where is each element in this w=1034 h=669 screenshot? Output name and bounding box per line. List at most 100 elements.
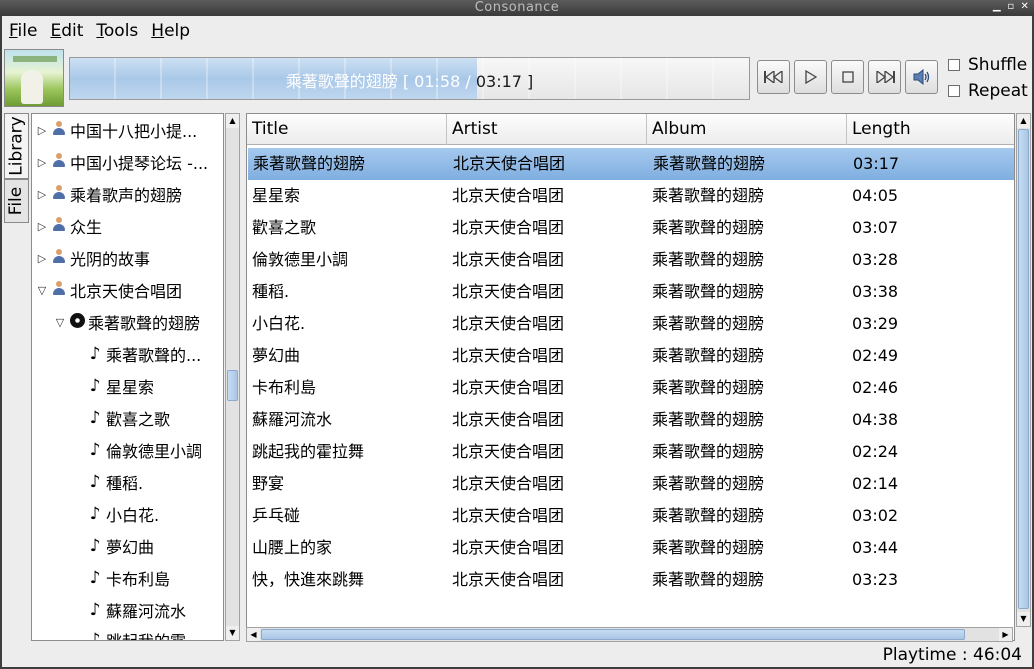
tree-artist-expanded[interactable]: ▽ 北京天使合唱团 (34, 274, 182, 306)
playlist-horizontal-scrollbar[interactable]: ◀ ▶ (246, 627, 1013, 642)
previous-button[interactable] (757, 60, 790, 94)
cell-album: 乘著歌聲的翅膀 (652, 314, 765, 333)
tree-track[interactable]: ♪ 跳起我的霍... (86, 624, 202, 640)
tree-artist-label: 北京天使合唱团 (70, 282, 183, 301)
cell-length: 02:24 (852, 442, 899, 461)
playlist-hscroll-thumb[interactable] (261, 629, 965, 640)
repeat-checkbox-box[interactable] (948, 85, 960, 97)
album-disc-icon (68, 312, 86, 332)
tree-track[interactable]: ♪ 乘著歌聲的... (86, 338, 202, 370)
maximize-icon[interactable]: ▫ (1006, 1, 1016, 13)
shuffle-checkbox[interactable]: Shuffle (948, 55, 1027, 75)
expand-arrow-icon[interactable]: ▷ (34, 124, 50, 137)
stop-button[interactable] (831, 60, 864, 94)
playlist-row[interactable]: 卡布利島 北京天使合唱团 乘著歌聲的翅膀 02:46 (247, 372, 1014, 404)
next-button[interactable] (868, 60, 901, 94)
expand-arrow-icon[interactable]: ▷ (34, 156, 50, 169)
cell-length: 03:28 (852, 250, 899, 269)
tree-artist[interactable]: ▷ 乘着歌声的翅膀 (34, 178, 182, 210)
music-note-icon: ♪ (89, 344, 101, 364)
tree-track[interactable]: ♪ 倫敦德里小調 (86, 434, 202, 466)
music-note-icon: ♪ (89, 504, 101, 524)
playlist-row[interactable]: 夢幻曲 北京天使合唱团 乘著歌聲的翅膀 02:49 (247, 340, 1014, 372)
cell-title: 快，快進來跳舞 (252, 570, 365, 589)
cell-title: 倫敦德里小調 (252, 250, 349, 269)
track-progress-bar[interactable]: 乘著歌聲的翅膀 [ 01:58 / 03:17 ] (69, 57, 750, 100)
tree-artist[interactable]: ▷ 中国小提琴论坛 -... (34, 146, 208, 178)
track-duration: 03:17 (475, 72, 522, 91)
menu-tools[interactable]: Tools (96, 21, 138, 41)
tree-artist[interactable]: ▷ 光阴的故事 (34, 242, 150, 274)
cell-title: 小白花. (252, 314, 306, 333)
close-icon[interactable]: ✕ (1020, 1, 1030, 13)
minimize-icon[interactable]: ▁ (992, 1, 1002, 13)
menu-edit[interactable]: Edit (50, 21, 83, 41)
shuffle-checkbox-box[interactable] (948, 59, 960, 71)
playlist-row[interactable]: 蘇羅河流水 北京天使合唱团 乘著歌聲的翅膀 04:38 (247, 404, 1014, 436)
cover-figure-art (21, 70, 43, 104)
scroll-up-icon[interactable]: ▲ (1017, 114, 1030, 128)
tree-album-expanded[interactable]: ▽ 乘著歌聲的翅膀 (52, 306, 200, 338)
cell-album: 乘著歌聲的翅膀 (653, 154, 766, 173)
scroll-left-icon[interactable]: ◀ (247, 628, 260, 641)
expand-arrow-icon[interactable]: ▷ (34, 188, 50, 201)
tree-artist-label: 中国小提琴论坛 -... (70, 154, 209, 173)
tree-artist-label: 中国十八把小提... (70, 122, 198, 141)
tree-vertical-scrollbar[interactable]: ▲ ▼ (225, 113, 240, 641)
tree-track[interactable]: ♪ 種稻. (86, 466, 144, 498)
tree-track[interactable]: ♪ 歡喜之歌 (86, 402, 170, 434)
repeat-checkbox[interactable]: Repeat (948, 81, 1028, 101)
column-header-length[interactable]: Length (847, 114, 1014, 145)
menu-file[interactable]: File (9, 21, 37, 41)
cell-title: 夢幻曲 (252, 346, 301, 365)
tree-track-label: 星星索 (106, 378, 155, 397)
tree-scroll-thumb[interactable] (227, 370, 238, 401)
playlist-row[interactable]: 星星索 北京天使合唱团 乘著歌聲的翅膀 04:05 (247, 180, 1014, 212)
playlist-row[interactable]: 野宴 北京天使合唱团 乘著歌聲的翅膀 02:14 (247, 468, 1014, 500)
tree-artist[interactable]: ▷ 众生 (34, 210, 102, 242)
music-note-icon: ♪ (89, 440, 101, 460)
time-separator: / (465, 72, 471, 91)
expand-arrow-icon[interactable]: ▷ (34, 252, 50, 265)
playlist-row[interactable]: 種稻. 北京天使合唱团 乘著歌聲的翅膀 03:38 (247, 276, 1014, 308)
playlist-row[interactable]: 山腰上的家 北京天使合唱团 乘著歌聲的翅膀 03:44 (247, 532, 1014, 564)
scroll-up-icon[interactable]: ▲ (226, 114, 239, 128)
tree-track-label: 蘇羅河流水 (106, 602, 187, 621)
tree-track[interactable]: ♪ 卡布利島 (86, 562, 170, 594)
playlist-row[interactable]: 歡喜之歌 北京天使合唱团 乘著歌聲的翅膀 03:07 (247, 212, 1014, 244)
playlist-row[interactable]: 快，快進來跳舞 北京天使合唱团 乘著歌聲的翅膀 03:23 (247, 564, 1014, 596)
artist-icon (50, 153, 68, 171)
scroll-down-icon[interactable]: ▼ (1017, 612, 1030, 626)
cell-title: 山腰上的家 (252, 538, 333, 557)
column-header-album[interactable]: Album (647, 114, 847, 145)
tab-file[interactable]: File (4, 179, 29, 223)
expand-arrow-icon[interactable]: ▷ (34, 220, 50, 233)
playlist-vscroll-thumb[interactable] (1018, 129, 1029, 609)
volume-button[interactable] (905, 60, 938, 94)
playlist-row[interactable]: 乘著歌聲的翅膀 北京天使合唱团 乘著歌聲的翅膀 03:17 (248, 148, 1014, 180)
playlist-row[interactable]: 小白花. 北京天使合唱团 乘著歌聲的翅膀 03:29 (247, 308, 1014, 340)
play-button[interactable] (794, 60, 827, 94)
tree-track[interactable]: ♪ 小白花. (86, 498, 160, 530)
menu-help[interactable]: Help (151, 21, 190, 41)
tree-track[interactable]: ♪ 星星索 (86, 370, 154, 402)
scroll-down-icon[interactable]: ▼ (226, 626, 239, 640)
tab-library[interactable]: Library (4, 113, 29, 179)
playlist-row[interactable]: 倫敦德里小調 北京天使合唱团 乘著歌聲的翅膀 03:28 (247, 244, 1014, 276)
cover-caption-art (13, 56, 57, 62)
shuffle-label: Shuffle (968, 55, 1028, 75)
playlist-vertical-scrollbar[interactable]: ▲ ▼ (1016, 113, 1031, 627)
tree-artist[interactable]: ▷ 中国十八把小提... (34, 114, 197, 146)
column-header-artist[interactable]: Artist (447, 114, 647, 145)
tree-artist-label: 众生 (70, 218, 103, 237)
column-header-title[interactable]: Title (247, 114, 447, 145)
collapse-arrow-icon[interactable]: ▽ (34, 284, 50, 297)
scroll-right-icon[interactable]: ▶ (999, 628, 1012, 641)
tree-track[interactable]: ♪ 蘇羅河流水 (86, 594, 186, 626)
collapse-arrow-icon[interactable]: ▽ (52, 316, 68, 329)
cell-length: 04:38 (852, 410, 899, 429)
playlist-row[interactable]: 跳起我的霍拉舞 北京天使合唱团 乘著歌聲的翅膀 02:24 (247, 436, 1014, 468)
tree-track-label: 夢幻曲 (106, 538, 155, 557)
tree-track[interactable]: ♪ 夢幻曲 (86, 530, 154, 562)
playlist-row[interactable]: 乒乓碰 北京天使合唱团 乘著歌聲的翅膀 03:02 (247, 500, 1014, 532)
